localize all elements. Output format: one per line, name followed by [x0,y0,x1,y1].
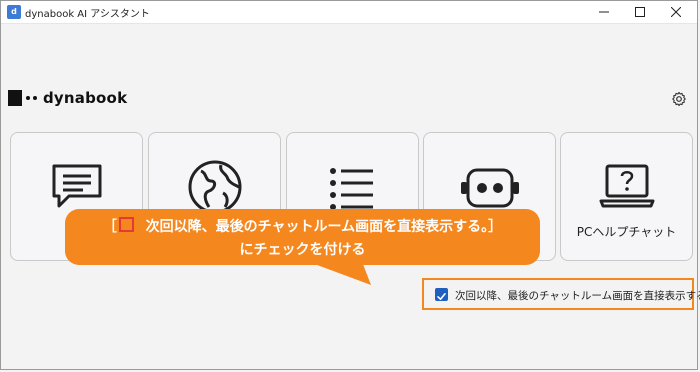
list-icon [330,168,373,210]
app-window: d dynabook AI アシスタント dynabook PCヘルプチャット … [0,0,700,370]
callout-line2: にチェックを付ける [239,242,366,258]
title-bar: d dynabook AI アシスタント [1,1,697,24]
gear-icon [672,91,686,107]
show-last-chatroom-checkbox[interactable] [435,288,448,301]
minimize-button[interactable] [587,1,621,23]
brand-dots-icon [26,96,37,100]
chat-bubble-icon [52,164,102,208]
brand-logo: dynabook [8,89,127,107]
globe-icon [188,160,242,214]
maximize-button[interactable] [623,1,657,23]
show-last-chatroom-label[interactable]: 次回以降、最後のチャットルーム画面を直接表示する。 [455,288,700,303]
callout-line1: ［ 次回以降、最後のチャットルーム画面を直接表示する。］ [65,216,540,236]
checkbox-symbol-icon [118,217,134,232]
callout-open-bracket: ［ [102,219,117,235]
brand-mark-icon [8,90,22,106]
close-icon [671,7,681,17]
card-pc-help-chat-label: PCヘルプチャット [576,225,677,239]
laptop-help-icon [599,164,655,208]
app-icon: d [7,5,21,19]
checkmark-icon [437,293,446,300]
close-button[interactable] [659,1,693,23]
minimize-icon [599,11,609,13]
brand-name: dynabook [43,89,128,107]
instruction-callout: ［ 次回以降、最後のチャットルーム画面を直接表示する。］ にチェックを付ける [65,209,540,265]
checkbox-highlight: 次回以降、最後のチャットルーム画面を直接表示する。 [422,278,700,310]
card-pc-help-chat[interactable]: PCヘルプチャット [560,132,693,261]
callout-line1-text: 次回以降、最後のチャットルーム画面を直接表示する。］ [145,219,503,235]
robot-face-icon [461,168,519,208]
maximize-icon [635,7,645,17]
window-title: dynabook AI アシスタント [25,9,150,20]
settings-button[interactable] [671,91,687,107]
